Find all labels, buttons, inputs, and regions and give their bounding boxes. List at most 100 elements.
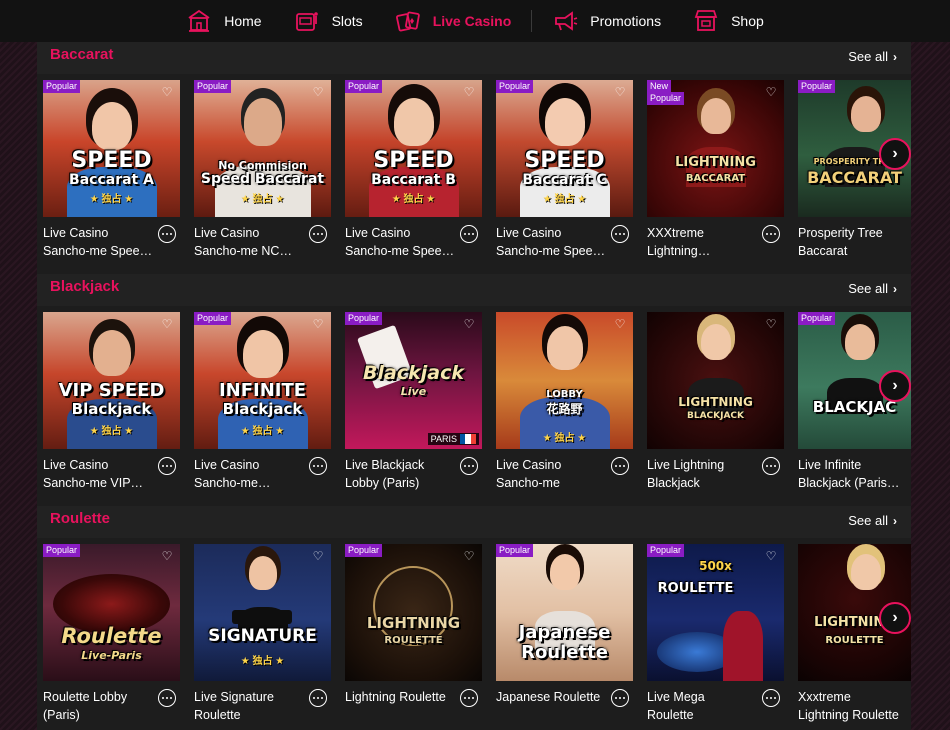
more-options-button[interactable] (762, 457, 780, 475)
nav-slots[interactable]: Slots (278, 0, 379, 42)
heart-icon[interactable]: ♡ (764, 549, 778, 563)
heart-icon[interactable]: ♡ (462, 549, 476, 563)
more-options-button[interactable] (158, 457, 176, 475)
game-card[interactable]: INFINITE Blackjack ★ 独占 ★ Popular ♡ Live… (194, 312, 331, 490)
art-subtitle: Roulette (521, 642, 608, 663)
game-name-line1: Live Casino (345, 226, 411, 240)
more-options-button[interactable] (309, 225, 327, 243)
game-thumbnail[interactable]: Japanese Roulette Popular (496, 544, 633, 681)
heart-icon[interactable]: ♡ (764, 317, 778, 331)
game-thumbnail[interactable]: 500x ROULETTE Popular ♡ (647, 544, 784, 681)
game-thumbnail[interactable]: LIGHTNING ROULETTE Popular ♡ (345, 544, 482, 681)
game-name: Live Casino Sancho-me Spee… (345, 224, 457, 260)
heart-icon[interactable]: ♡ (764, 85, 778, 99)
game-card[interactable]: LIGHTNING BLACKJACK ♡ Live Lightning Blac… (647, 312, 784, 490)
see-all-link[interactable]: See all › (848, 281, 897, 296)
heart-icon[interactable]: ♡ (462, 85, 476, 99)
game-card[interactable]: 500x ROULETTE Popular ♡ Live Mega Roulett… (647, 544, 784, 722)
game-card[interactable]: SPEED Baccarat A ★ 独占 ★ Popular ♡ Live C… (43, 80, 180, 258)
more-options-button[interactable] (762, 689, 780, 707)
art-title: Blackjack (363, 362, 464, 384)
see-all-link[interactable]: See all › (848, 513, 897, 528)
game-name-line2: Sancho-me (496, 476, 560, 490)
game-card[interactable]: Blackjack Live PARIS Popular ♡ Live Blac… (345, 312, 482, 490)
popular-badge: Popular (194, 80, 232, 93)
more-options-button[interactable] (611, 457, 629, 475)
art-subtitle: Baccarat B (371, 172, 456, 188)
game-card[interactable]: LOBBY 花路野 ★ 独占 ★ ♡ Live Casino Sancho-me (496, 312, 633, 490)
heart-icon[interactable]: ♡ (613, 85, 627, 99)
game-thumbnail[interactable]: SPEED Baccarat A ★ 独占 ★ Popular ♡ (43, 80, 180, 217)
game-thumbnail[interactable]: Blackjack Live PARIS Popular ♡ (345, 312, 482, 449)
art-title: LIGHTNING (675, 155, 756, 170)
game-name-line2: Sancho-me Spee… (43, 244, 153, 258)
game-thumbnail[interactable]: SIGNATURE ★ 独占 ★ ♡ (194, 544, 331, 681)
nav-home[interactable]: Home (170, 0, 277, 42)
heart-icon[interactable]: ♡ (160, 85, 174, 99)
art-subtitle: BACCARAT (685, 173, 746, 184)
nav-live-casino[interactable]: Live Casino (379, 0, 528, 42)
slot-machine-icon (295, 12, 318, 31)
game-thumbnail[interactable]: INFINITE Blackjack ★ 独占 ★ Popular ♡ (194, 312, 331, 449)
game-name: Live Lightning Blackjack (647, 456, 759, 492)
top-navigation: Home Slots Live Casino Promotions Shop (0, 0, 950, 42)
game-name: Live Casino Sancho-me VIP… (43, 456, 155, 492)
popular-badge: Popular (345, 544, 383, 557)
game-name: Live Casino Sancho-me… (194, 456, 306, 492)
art-tag: ★ 独占 ★ (542, 433, 587, 444)
more-options-button[interactable] (158, 689, 176, 707)
heart-icon[interactable]: ♡ (311, 317, 325, 331)
art-tag: ★ 独占 ★ (240, 426, 285, 437)
game-card[interactable]: Japanese Roulette Popular Japanese Roule… (496, 544, 633, 707)
art-subtitle: BACCARAT (807, 168, 902, 187)
more-options-button[interactable] (460, 689, 478, 707)
scroll-right-button[interactable]: › (879, 370, 911, 402)
more-options-button[interactable] (611, 689, 629, 707)
more-options-button[interactable] (460, 457, 478, 475)
popular-badge: Popular (43, 544, 81, 557)
game-thumbnail[interactable]: Roulette Live-Paris Popular ♡ (43, 544, 180, 681)
more-options-button[interactable] (762, 225, 780, 243)
game-name-line1: Roulette Lobby (43, 690, 128, 704)
more-options-button[interactable] (158, 225, 176, 243)
game-thumbnail[interactable]: VIP SPEED Blackjack ★ 独占 ★ ♡ (43, 312, 180, 449)
scroll-right-button[interactable]: › (879, 602, 911, 634)
heart-icon[interactable]: ♡ (613, 317, 627, 331)
heart-icon[interactable]: ♡ (311, 549, 325, 563)
more-options-button[interactable] (309, 689, 327, 707)
nav-promotions[interactable]: Promotions (536, 0, 677, 42)
game-thumbnail[interactable]: SPEED Baccarat B ★ 独占 ★ Popular ♡ (345, 80, 482, 217)
art-title: LIGHTNING (366, 614, 461, 632)
more-options-button[interactable] (611, 225, 629, 243)
nav-shop[interactable]: Shop (677, 0, 780, 42)
game-name-line2: Sancho-me Spee… (345, 244, 455, 258)
more-options-button[interactable] (309, 457, 327, 475)
popular-badge: Popular (194, 312, 232, 325)
more-options-button[interactable] (460, 225, 478, 243)
game-card[interactable]: No Commision Speed Baccarat ★ 独占 ★ Popul… (194, 80, 331, 258)
game-thumbnail[interactable]: LIGHTNING BACCARAT New Popular ♡ (647, 80, 784, 217)
game-name-line2: Sancho-me VIP… (43, 476, 144, 490)
art-title: BLACKJAC (812, 398, 897, 416)
section-title: Blackjack (50, 278, 120, 295)
game-name: Live Infinite Blackjack (Paris… (798, 456, 911, 492)
game-card[interactable]: LIGHTNING BACCARAT New Popular ♡ XXXtrem… (647, 80, 784, 258)
heart-icon[interactable]: ♡ (462, 317, 476, 331)
game-card[interactable]: VIP SPEED Blackjack ★ 独占 ★ ♡ Live Casino… (43, 312, 180, 490)
heart-icon[interactable]: ♡ (160, 549, 174, 563)
game-thumbnail[interactable]: SPEED Baccarat C ★ 独占 ★ Popular ♡ (496, 80, 633, 217)
art-title: LIGHTNING (678, 395, 753, 409)
game-thumbnail[interactable]: LOBBY 花路野 ★ 独占 ★ ♡ (496, 312, 633, 449)
game-card[interactable]: Roulette Live-Paris Popular ♡ Roulette L… (43, 544, 180, 722)
scroll-right-button[interactable]: › (879, 138, 911, 170)
game-card[interactable]: SPEED Baccarat C ★ 独占 ★ Popular ♡ Live C… (496, 80, 633, 258)
heart-icon[interactable]: ♡ (160, 317, 174, 331)
heart-icon[interactable]: ♡ (311, 85, 325, 99)
game-card[interactable]: SIGNATURE ★ 独占 ★ ♡ Live Signature Roulett… (194, 544, 331, 722)
see-all-link[interactable]: See all › (848, 49, 897, 64)
game-card[interactable]: LIGHTNING ROULETTE Popular ♡ Lightning R… (345, 544, 482, 707)
game-name: Live Signature Roulette (194, 688, 306, 724)
game-thumbnail[interactable]: LIGHTNING BLACKJACK ♡ (647, 312, 784, 449)
game-thumbnail[interactable]: No Commision Speed Baccarat ★ 独占 ★ Popul… (194, 80, 331, 217)
game-card[interactable]: SPEED Baccarat B ★ 独占 ★ Popular ♡ Live C… (345, 80, 482, 258)
